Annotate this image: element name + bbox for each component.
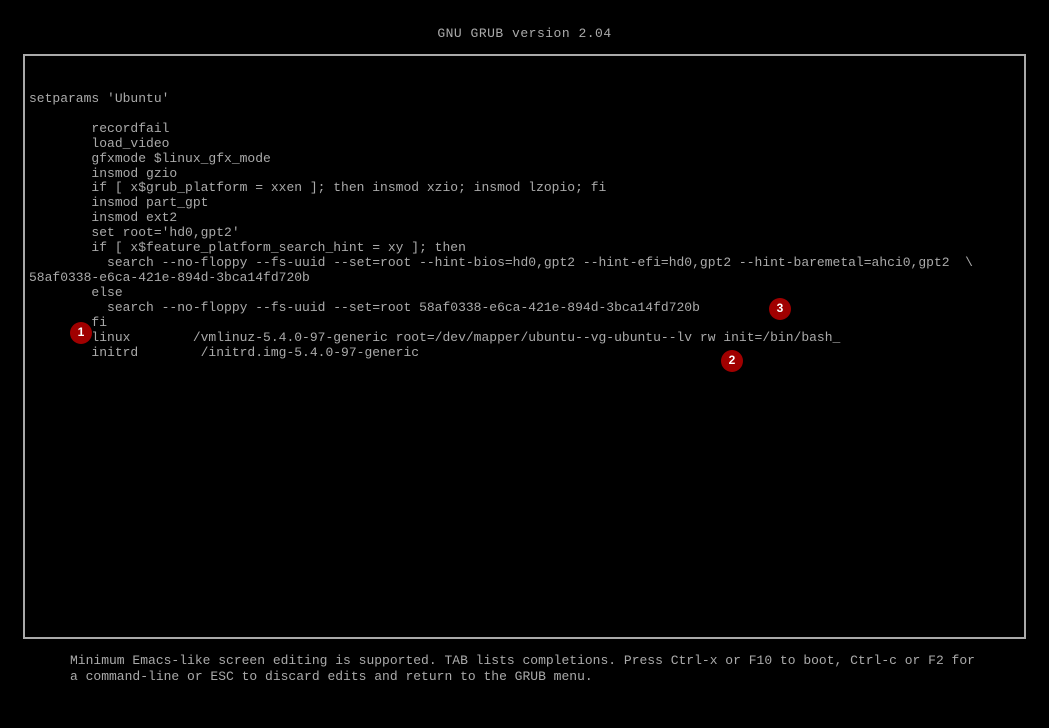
grub-editor[interactable]: setparams 'Ubuntu' recordfail load_video…: [23, 54, 1026, 639]
annotation-marker-2: 2: [721, 350, 743, 372]
annotation-marker-1: 1: [70, 322, 92, 344]
grub-code-content: setparams 'Ubuntu' recordfail load_video…: [29, 92, 1020, 361]
grub-title: GNU GRUB version 2.04: [0, 0, 1049, 54]
grub-footer-help: Minimum Emacs-like screen editing is sup…: [0, 639, 1049, 684]
annotation-marker-3: 3: [769, 298, 791, 320]
